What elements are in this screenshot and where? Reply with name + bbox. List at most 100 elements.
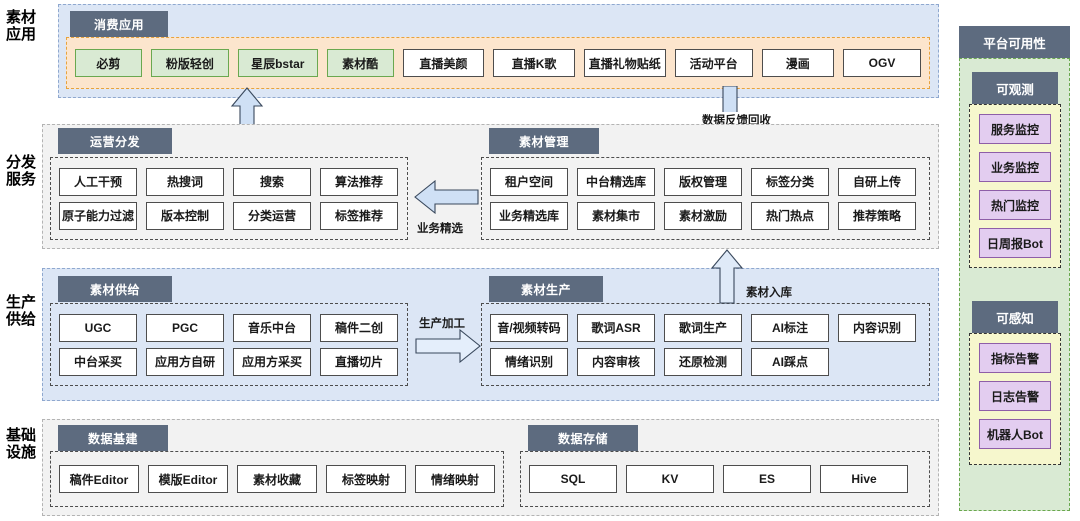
group-header-consumer-apps: 消费应用 <box>70 11 168 37</box>
availability-chip[interactable]: 服务监控 <box>979 114 1051 144</box>
material-management-chip[interactable]: 业务精选库 <box>490 201 568 230</box>
material-supply-chip[interactable]: 中台采买 <box>59 347 137 376</box>
material-production-row-1: 音/视频转码 歌词ASR 歌词生产 AI标注 内容识别 <box>490 313 921 342</box>
group-body-operation-distribution: 人工干预 热搜词 搜索 算法推荐 原子能力过滤 版本控制 分类运营 标签推荐 <box>50 157 408 240</box>
data-storage-chip[interactable]: SQL <box>529 465 617 493</box>
material-management-chip[interactable]: 版权管理 <box>664 167 742 196</box>
data-storage-chip[interactable]: KV <box>626 465 714 493</box>
material-production-row-2: 情绪识别 内容审核 还原检测 AI踩点 <box>490 347 921 376</box>
material-management-chip[interactable]: 素材集市 <box>577 201 655 230</box>
consumer-app-chip[interactable]: 粉版轻创 <box>150 49 229 77</box>
material-supply-chip[interactable]: 直播切片 <box>320 347 398 376</box>
panel-header-observable: 可观测 <box>972 72 1058 105</box>
arrow-material-ingest <box>710 249 744 304</box>
material-management-chip[interactable]: 素材激励 <box>664 201 742 230</box>
consumer-app-chip[interactable]: 必剪 <box>75 49 142 77</box>
group-body-consumer-apps: 必剪 粉版轻创 星辰bstar 素材酷 直播美颜 直播K歌 直播礼物贴纸 活动平台 漫画 OGV <box>66 37 930 89</box>
group-body-data-storage: SQL KV ES Hive <box>520 451 930 507</box>
consumer-app-chip[interactable]: 直播美颜 <box>402 49 485 77</box>
availability-chip[interactable]: 热门监控 <box>979 190 1051 220</box>
material-supply-chip[interactable]: UGC <box>59 313 137 342</box>
group-header-operation-distribution: 运营分发 <box>58 128 172 154</box>
material-supply-chip[interactable]: 稿件二创 <box>320 313 398 342</box>
operation-distribution-row-1: 人工干预 热搜词 搜索 算法推荐 <box>59 167 399 196</box>
availability-chip[interactable]: 日周报Bot <box>979 228 1051 258</box>
consumer-app-chip[interactable]: 直播礼物贴纸 <box>583 49 666 77</box>
consumer-app-chip[interactable]: OGV <box>843 49 921 77</box>
consumer-app-chip[interactable]: 素材酷 <box>326 49 394 77</box>
arrow-business-selection <box>414 179 479 215</box>
group-body-data-foundation: 稿件Editor 模版Editor 素材收藏 标签映射 情绪映射 <box>50 451 504 507</box>
operation-distribution-chip[interactable]: 版本控制 <box>146 201 224 230</box>
material-management-chip[interactable]: 推荐策略 <box>838 201 916 230</box>
availability-chip[interactable]: 日志告警 <box>979 381 1051 411</box>
group-body-material-production: 音/视频转码 歌词ASR 歌词生产 AI标注 内容识别 情绪识别 内容审核 还原检测 AI踩点 <box>481 303 930 386</box>
material-production-chip[interactable]: 还原检测 <box>664 347 742 376</box>
material-production-chip[interactable]: AI标注 <box>751 313 829 342</box>
data-foundation-chip[interactable]: 素材收藏 <box>237 465 317 493</box>
data-foundation-chip[interactable]: 稿件Editor <box>59 465 139 493</box>
material-management-row-2: 业务精选库 素材集市 素材激励 热门热点 推荐策略 <box>490 201 921 230</box>
consumer-app-chip[interactable]: 漫画 <box>761 49 834 77</box>
operation-distribution-chip[interactable]: 分类运营 <box>233 201 311 230</box>
row-label-distribution: 分发服务 <box>5 154 36 188</box>
material-production-chip[interactable]: 歌词ASR <box>577 313 655 342</box>
consumer-app-chip[interactable]: 活动平台 <box>674 49 753 77</box>
material-management-row-1: 租户空间 中台精选库 版权管理 标签分类 自研上传 <box>490 167 921 196</box>
architecture-diagram: 素材应用 分发服务 生产供给 基础设施 消费应用 必剪 粉版轻创 星辰bstar 素材… <box>0 0 1080 521</box>
row-label-production: 生产供给 <box>5 294 36 328</box>
panel-header-availability: 平台可用性 <box>959 26 1070 59</box>
group-body-material-supply: UGC PGC 音乐中台 稿件二创 中台采买 应用方自研 应用方采买 直播切片 <box>50 303 408 386</box>
panel-header-perceivable: 可感知 <box>972 301 1058 334</box>
consumer-app-chip[interactable]: 直播K歌 <box>493 49 575 77</box>
group-body-material-management: 租户空间 中台精选库 版权管理 标签分类 自研上传 业务精选库 素材集市 素材激励 热门热点推… <box>481 157 930 240</box>
group-header-data-foundation: 数据基建 <box>58 425 168 451</box>
material-management-chip[interactable]: 自研上传 <box>838 167 916 196</box>
material-production-chip[interactable]: 情绪识别 <box>490 347 568 376</box>
material-supply-row-1: UGC PGC 音乐中台 稿件二创 <box>59 313 399 342</box>
operation-distribution-chip[interactable]: 热搜词 <box>146 167 224 196</box>
panel-perceivable-items: 指标告警日志告警机器人Bot <box>969 333 1061 465</box>
panel-observable-items: 服务监控业务监控热门监控日周报Bot <box>969 104 1061 268</box>
consumer-app-chip[interactable]: 星辰bstar <box>237 49 318 77</box>
availability-chip[interactable]: 指标告警 <box>979 343 1051 373</box>
material-production-chip[interactable]: 音/视频转码 <box>490 313 568 342</box>
material-supply-row-2: 中台采买 应用方自研 应用方采买 直播切片 <box>59 347 399 376</box>
group-header-data-storage: 数据存储 <box>528 425 638 451</box>
availability-chip[interactable]: 机器人Bot <box>979 419 1051 449</box>
data-storage-chip[interactable]: Hive <box>820 465 908 493</box>
flow-label-material-ingest: 素材入库 <box>746 287 792 299</box>
material-production-chip[interactable]: 内容识别 <box>838 313 916 342</box>
material-production-chip[interactable]: 歌词生产 <box>664 313 742 342</box>
material-supply-chip[interactable]: PGC <box>146 313 224 342</box>
material-management-chip[interactable]: 中台精选库 <box>577 167 655 196</box>
flow-label-business-selection: 业务精选 <box>417 223 463 235</box>
row-label-infrastructure: 基础设施 <box>5 427 36 461</box>
data-storage-row: SQL KV ES Hive <box>529 465 921 493</box>
material-production-chip[interactable]: AI踩点 <box>751 347 829 376</box>
material-supply-chip[interactable]: 应用方采买 <box>233 347 311 376</box>
material-supply-chip[interactable]: 应用方自研 <box>146 347 224 376</box>
arrow-production-processing <box>415 328 481 364</box>
data-storage-chip[interactable]: ES <box>723 465 811 493</box>
material-management-chip[interactable]: 租户空间 <box>490 167 568 196</box>
operation-distribution-chip[interactable]: 算法推荐 <box>320 167 398 196</box>
material-supply-chip[interactable]: 音乐中台 <box>233 313 311 342</box>
consumer-apps-row: 必剪 粉版轻创 星辰bstar 素材酷 直播美颜 直播K歌 直播礼物贴纸 活动平台 漫画 OGV <box>75 49 921 77</box>
operation-distribution-chip[interactable]: 原子能力过滤 <box>59 201 137 230</box>
material-management-chip[interactable]: 标签分类 <box>751 167 829 196</box>
group-header-material-supply: 素材供给 <box>58 276 172 302</box>
availability-chip[interactable]: 业务监控 <box>979 152 1051 182</box>
group-header-material-management: 素材管理 <box>489 128 599 154</box>
data-foundation-chip[interactable]: 模版Editor <box>148 465 228 493</box>
operation-distribution-row-2: 原子能力过滤 版本控制 分类运营 标签推荐 <box>59 201 399 230</box>
material-management-chip[interactable]: 热门热点 <box>751 201 829 230</box>
data-foundation-chip[interactable]: 情绪映射 <box>415 465 495 493</box>
data-foundation-chip[interactable]: 标签映射 <box>326 465 406 493</box>
operation-distribution-chip[interactable]: 人工干预 <box>59 167 137 196</box>
operation-distribution-chip[interactable]: 搜索 <box>233 167 311 196</box>
flow-label-production-processing: 生产加工 <box>419 318 465 330</box>
material-production-chip[interactable]: 内容审核 <box>577 347 655 376</box>
operation-distribution-chip[interactable]: 标签推荐 <box>320 201 398 230</box>
data-foundation-row: 稿件Editor 模版Editor 素材收藏 标签映射 情绪映射 <box>59 465 495 493</box>
